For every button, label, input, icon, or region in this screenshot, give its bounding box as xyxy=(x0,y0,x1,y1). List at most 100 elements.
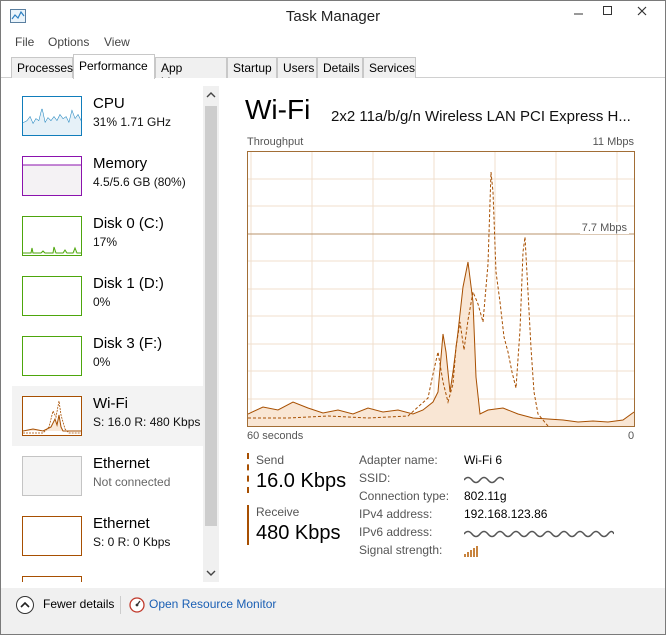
disk-1-value: 0% xyxy=(93,295,111,309)
cpu-thumbnail xyxy=(22,96,82,136)
title-bar: Task Manager xyxy=(1,1,665,32)
wifi-label: Wi-Fi xyxy=(93,395,128,412)
maximize-button[interactable] xyxy=(595,1,621,21)
close-button[interactable] xyxy=(619,1,664,21)
ethernet-1-value: Not connected xyxy=(93,475,171,489)
resource-ethernet-2[interactable]: Ethernet S: 0 R: 0 Kbps xyxy=(12,506,204,566)
disk-3-label: Disk 3 (F:) xyxy=(93,335,163,352)
memory-value: 4.5/5.6 GB (80%) xyxy=(93,175,186,189)
minimize-button[interactable] xyxy=(566,1,592,21)
close-icon xyxy=(637,6,646,16)
disk-1-label: Disk 1 (D:) xyxy=(93,275,164,292)
disk-1-thumbnail xyxy=(22,276,82,316)
cpu-value: 31% 1.71 GHz xyxy=(93,115,172,129)
menu-file[interactable]: File xyxy=(15,35,34,49)
adapter-description: 2x2 11a/b/g/n Wireless LAN PCI Express H… xyxy=(331,108,631,125)
sidebar-scrollbar[interactable] xyxy=(203,86,219,582)
tab-app-history[interactable]: App history xyxy=(155,57,227,89)
graph-time-left: 60 seconds xyxy=(247,430,304,442)
disk-0-thumbnail xyxy=(22,216,82,256)
resource-list: CPU 31% 1.71 GHz Memory 4.5/5.6 GB (80%) xyxy=(12,86,206,582)
ssid-key: SSID: xyxy=(359,471,391,485)
tab-details[interactable]: Details xyxy=(317,57,363,78)
tab-processes[interactable]: Processes xyxy=(11,57,73,78)
adapter-key: Adapter name: xyxy=(359,453,438,467)
disk-3-value: 0% xyxy=(93,355,111,369)
resource-ethernet-1[interactable]: Ethernet Not connected xyxy=(12,446,204,506)
scroll-down-icon[interactable] xyxy=(206,568,216,578)
resource-memory[interactable]: Memory 4.5/5.6 GB (80%) xyxy=(12,146,204,206)
graph-label: Throughput xyxy=(247,136,304,148)
resource-wifi[interactable]: Wi-Fi S: 16.0 R: 480 Kbps xyxy=(12,386,204,446)
cpu-label: CPU xyxy=(93,95,125,112)
task-manager-window: Task Manager File Options View Processes… xyxy=(0,0,666,635)
partial-thumbnail xyxy=(22,576,82,582)
disk-0-label: Disk 0 (C:) xyxy=(93,215,164,232)
tab-startup[interactable]: Startup xyxy=(227,57,277,78)
wifi-detail-panel: Wi-Fi 2x2 11a/b/g/n Wireless LAN PCI Exp… xyxy=(245,78,665,588)
adapter-details: Adapter name: Wi-Fi 6 SSID: Connection t… xyxy=(359,453,659,561)
detail-signal: Signal strength: xyxy=(359,543,659,561)
signal-key: Signal strength: xyxy=(359,543,443,557)
menu-bar: File Options View xyxy=(1,32,665,52)
content-area: CPU 31% 1.71 GHz Memory 4.5/5.6 GB (80%) xyxy=(1,78,665,588)
receive-label: Receive xyxy=(256,505,300,519)
memory-label: Memory xyxy=(93,155,148,172)
disk-3-thumbnail xyxy=(22,336,82,376)
resource-monitor-icon[interactable] xyxy=(129,597,145,613)
adapter-val: Wi-Fi 6 xyxy=(464,453,502,467)
detail-ssid: SSID: xyxy=(359,471,659,489)
graph-mark: 7.7 Mbps xyxy=(579,222,629,234)
ipv6-key: IPv6 address: xyxy=(359,525,433,539)
resource-cpu[interactable]: CPU 31% 1.71 GHz xyxy=(12,86,204,146)
conn-val: 802.11g xyxy=(464,489,507,503)
wifi-value: S: 16.0 R: 480 Kbps xyxy=(93,415,201,429)
footer: Fewer details Open Resource Monitor xyxy=(1,588,665,634)
ssid-redacted xyxy=(464,476,504,484)
graph-time-right: 0 xyxy=(628,430,635,442)
detail-ipv6: IPv6 address: xyxy=(359,525,659,543)
ethernet-2-value: S: 0 R: 0 Kbps xyxy=(93,535,171,549)
maximize-icon xyxy=(603,6,612,15)
tab-users[interactable]: Users xyxy=(277,57,317,78)
send-stat: Send 16.0 Kbps xyxy=(247,453,347,493)
ipv4-key: IPv4 address: xyxy=(359,507,433,521)
detail-adapter: Adapter name: Wi-Fi 6 xyxy=(359,453,659,471)
ethernet-2-label: Ethernet xyxy=(93,515,150,532)
scroll-thumb[interactable] xyxy=(205,106,217,526)
tab-performance[interactable]: Performance xyxy=(73,54,155,79)
tab-services[interactable]: Services xyxy=(363,57,416,78)
receive-stat: Receive 480 Kbps xyxy=(247,505,347,545)
minimize-icon xyxy=(574,13,583,15)
menu-options[interactable]: Options xyxy=(48,35,89,49)
receive-value: 480 Kbps xyxy=(256,522,341,544)
graph-max: 11 Mbps xyxy=(592,136,634,148)
detail-connection-type: Connection type: 802.11g xyxy=(359,489,659,507)
resource-partial[interactable] xyxy=(12,566,204,582)
ethernet-1-label: Ethernet xyxy=(93,455,150,472)
send-label: Send xyxy=(256,453,285,467)
resource-disk-1[interactable]: Disk 1 (D:) 0% xyxy=(12,266,204,326)
resource-disk-3[interactable]: Disk 3 (F:) 0% xyxy=(12,326,204,386)
open-resource-monitor-link[interactable]: Open Resource Monitor xyxy=(149,597,276,611)
wifi-thumbnail xyxy=(22,396,82,436)
menu-view[interactable]: View xyxy=(104,35,130,49)
memory-thumbnail xyxy=(22,156,82,196)
ipv6-redacted xyxy=(464,530,614,538)
ethernet-2-thumbnail xyxy=(22,516,82,556)
fewer-details-link[interactable]: Fewer details xyxy=(43,597,114,611)
tab-strip: Processes Performance App history Startu… xyxy=(1,52,665,89)
disk-0-value: 17% xyxy=(93,235,118,249)
send-value: 16.0 Kbps xyxy=(256,470,347,492)
page-title: Wi-Fi xyxy=(245,94,311,125)
scroll-up-icon[interactable] xyxy=(206,90,216,100)
throughput-graph: 7.7 Mbps xyxy=(247,151,635,427)
throughput-chart xyxy=(247,152,635,427)
resource-disk-0[interactable]: Disk 0 (C:) 17% xyxy=(12,206,204,266)
fewer-details-icon[interactable] xyxy=(16,596,34,614)
detail-ipv4: IPv4 address: 192.168.123.86 xyxy=(359,507,659,525)
conn-key: Connection type: xyxy=(359,489,450,503)
footer-divider xyxy=(120,596,121,614)
ethernet-1-thumbnail xyxy=(22,456,82,496)
signal-strength-icon xyxy=(464,546,478,557)
